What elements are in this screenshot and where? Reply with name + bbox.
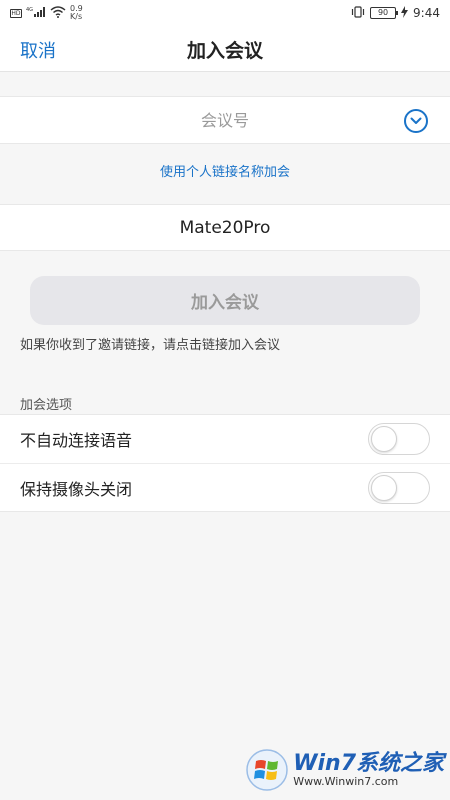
watermark: Win7系统之家 Www.Winwin7.com bbox=[245, 748, 444, 792]
sim-icon: HD bbox=[10, 8, 22, 18]
vibrate-icon bbox=[351, 5, 365, 21]
personal-link-join-link[interactable]: 使用个人链接名称加会 bbox=[0, 161, 450, 180]
join-options-section-title: 加会选项 bbox=[20, 398, 73, 413]
status-time: 9:44 bbox=[413, 6, 440, 20]
option-row-camera-off: 保持摄像头关闭 bbox=[0, 463, 450, 511]
camera-off-toggle[interactable] bbox=[368, 472, 430, 504]
status-bar: HD 4G 0.9 K/s 90 9:44 bbox=[0, 0, 450, 26]
join-meeting-button[interactable]: 加入会议 bbox=[30, 276, 420, 325]
wifi-icon bbox=[50, 5, 66, 21]
name-row bbox=[0, 204, 450, 251]
chevron-down-icon bbox=[410, 117, 422, 124]
invite-link-hint: 如果你收到了邀请链接，请点击链接加入会议 bbox=[20, 338, 281, 353]
battery-icon: 90 bbox=[370, 7, 399, 19]
signal-type-label: 4G bbox=[26, 7, 33, 13]
meeting-id-input[interactable] bbox=[0, 97, 450, 143]
net-speed: 0.9 K/s bbox=[70, 5, 83, 21]
signal-icon: 4G bbox=[26, 6, 46, 20]
display-name-input[interactable] bbox=[0, 205, 450, 250]
net-speed-unit: K/s bbox=[70, 12, 83, 21]
charging-icon bbox=[401, 5, 409, 21]
windows-logo-icon bbox=[246, 749, 288, 791]
no-auto-audio-toggle[interactable] bbox=[368, 423, 430, 455]
meeting-id-row bbox=[0, 96, 450, 144]
toggle-knob bbox=[371, 475, 397, 501]
option-label: 不自动连接语音 bbox=[20, 431, 133, 450]
meeting-history-dropdown-button[interactable] bbox=[404, 109, 428, 133]
watermark-brand: Win7系统之家 bbox=[293, 751, 444, 776]
option-label: 保持摄像头关闭 bbox=[20, 479, 133, 499]
status-left: HD 4G 0.9 K/s bbox=[10, 5, 83, 21]
option-row-no-auto-audio: 不自动连接语音 bbox=[0, 415, 450, 463]
toggle-knob bbox=[371, 426, 397, 452]
watermark-text: Win7系统之家 Www.Winwin7.com bbox=[293, 752, 444, 788]
join-options-list: 不自动连接语音 保持摄像头关闭 bbox=[0, 414, 450, 512]
status-right: 90 9:44 bbox=[351, 5, 440, 21]
watermark-url: Www.Winwin7.com bbox=[293, 775, 399, 788]
nav-bar: 取消 加入会议 bbox=[0, 26, 450, 72]
page-title: 加入会议 bbox=[186, 40, 263, 62]
